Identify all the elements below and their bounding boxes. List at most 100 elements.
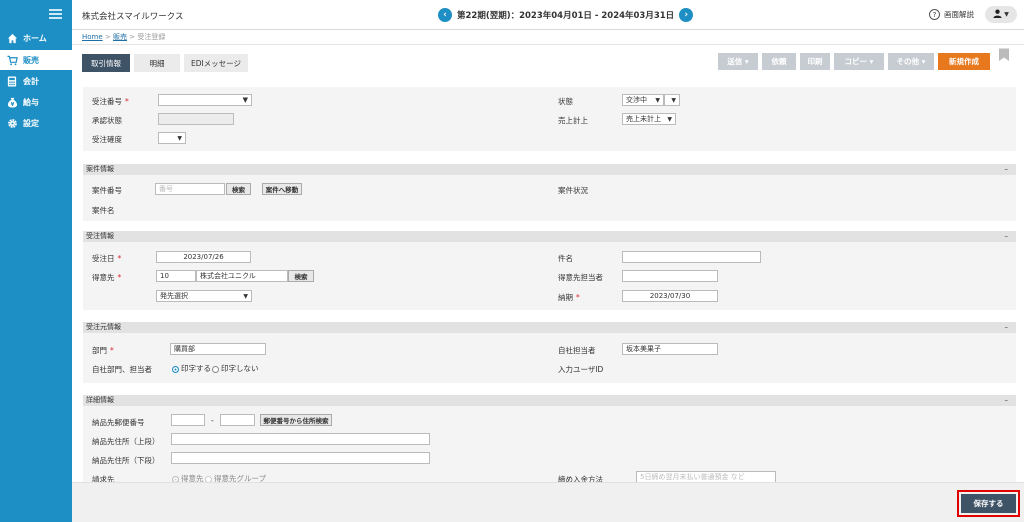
- detail-section-header[interactable]: 詳細情報 –: [83, 395, 1016, 406]
- department-input[interactable]: 購買部: [170, 343, 266, 355]
- certainty-select[interactable]: ▼: [158, 132, 186, 144]
- breadcrumb-sales[interactable]: 販売: [113, 33, 127, 41]
- due-label: 納期 *: [558, 293, 580, 302]
- gear-icon: [6, 117, 18, 129]
- approval-field: [158, 113, 234, 125]
- input-user-label: 入力ユーザID: [558, 365, 604, 374]
- breadcrumb: Home > 販売 > 受注登録: [82, 33, 166, 41]
- sales-label: 売上計上: [558, 116, 588, 125]
- calculator-icon: [6, 75, 18, 87]
- sidebar-item-accounting[interactable]: 会計: [0, 71, 72, 91]
- staff-input[interactable]: 坂本美果子: [622, 343, 718, 355]
- new-button[interactable]: 新規作成: [938, 53, 990, 70]
- sales-select[interactable]: 売上未計上 ▼: [622, 113, 676, 125]
- svg-text:¥: ¥: [10, 102, 14, 108]
- bookmark-icon[interactable]: [998, 48, 1010, 62]
- save-button[interactable]: 保存する: [961, 494, 1016, 513]
- send-button[interactable]: 送信 ▾: [718, 53, 758, 70]
- sidebar-item-label: ホーム: [23, 33, 47, 43]
- breadcrumb-current: 受注登録: [137, 33, 166, 41]
- print-yes-radio[interactable]: 印字する: [172, 363, 211, 374]
- tab-edi-message[interactable]: EDIメッセージ: [184, 54, 248, 72]
- order-no-label: 受注番号 *: [92, 97, 129, 106]
- sidebar-item-label: 設定: [23, 118, 39, 128]
- zip-dash: -: [211, 416, 214, 425]
- destination-select[interactable]: 発先選択 ▼: [156, 290, 252, 302]
- address1-label: 納品先住所（上段）: [92, 437, 160, 446]
- sidebar-item-sales[interactable]: 販売: [0, 50, 72, 70]
- address2-label: 納品先住所（下段）: [92, 456, 160, 465]
- print-no-radio[interactable]: 印字しない: [212, 363, 259, 374]
- project-goto-button[interactable]: 案件へ移動: [262, 183, 302, 195]
- due-date-input[interactable]: 2023/07/30: [622, 290, 718, 302]
- help-label: 画面解説: [944, 10, 974, 19]
- chevron-right-icon[interactable]: ›: [679, 8, 694, 22]
- source-section-header[interactable]: 受注元情報 –: [83, 322, 1016, 333]
- chevron-left-icon[interactable]: ‹: [438, 8, 452, 22]
- zip-input-2[interactable]: [220, 414, 255, 426]
- sidebar-item-home[interactable]: ホーム: [0, 28, 72, 48]
- user-icon: [993, 9, 1002, 21]
- subject-label: 件名: [558, 254, 573, 263]
- collapse-icon[interactable]: –: [1005, 231, 1009, 242]
- sidebar: ホーム 販売 会計 ¥ 給与 設定: [0, 0, 72, 522]
- user-menu[interactable]: ▼: [985, 6, 1017, 23]
- project-name-label: 案件名: [92, 206, 115, 215]
- tab-details[interactable]: 明細: [134, 54, 180, 72]
- zip-input-1[interactable]: [171, 414, 205, 426]
- collapse-icon[interactable]: –: [1005, 395, 1009, 406]
- copy-button[interactable]: コピー ▾: [834, 53, 884, 70]
- order-date-input[interactable]: 2023/07/26: [156, 251, 251, 263]
- status-select[interactable]: 交渉中 ▼: [622, 94, 664, 106]
- staff-label: 自社担当者: [558, 346, 596, 355]
- radio-selected[interactable]: [172, 365, 179, 373]
- customer-code-input[interactable]: 10: [156, 270, 196, 282]
- print-staff-label: 自社部門、担当者: [92, 365, 152, 374]
- request-button[interactable]: 依頼: [762, 53, 796, 70]
- customer-contact-input[interactable]: [622, 270, 718, 282]
- help-link[interactable]: ? 画面解説: [929, 9, 974, 20]
- sidebar-item-settings[interactable]: 設定: [0, 113, 72, 133]
- print-button[interactable]: 印刷: [800, 53, 830, 70]
- project-panel: [83, 175, 1016, 221]
- fiscal-period-switcher: ‹ 第22期(翌期)：2023年04月01日 - 2024年03月31日 ›: [438, 7, 694, 23]
- zip-label: 納品先郵便番号: [92, 418, 145, 427]
- collapse-icon[interactable]: –: [1005, 322, 1009, 333]
- order-section-header[interactable]: 受注情報 –: [83, 231, 1016, 242]
- project-section-header[interactable]: 案件情報 –: [83, 164, 1016, 175]
- address1-input[interactable]: [171, 433, 430, 445]
- sidebar-item-label: 会計: [23, 76, 39, 86]
- status-label: 状態: [558, 97, 573, 106]
- collapse-icon[interactable]: –: [1005, 164, 1009, 175]
- divider: [72, 44, 1024, 45]
- home-icon: [6, 32, 18, 44]
- subject-input[interactable]: [622, 251, 761, 263]
- customer-search-button[interactable]: 検索: [288, 270, 314, 282]
- project-status-label: 案件状況: [558, 186, 588, 195]
- sidebar-item-payroll[interactable]: ¥ 給与: [0, 92, 72, 112]
- status-sub-select[interactable]: ▼: [664, 94, 680, 106]
- breadcrumb-home[interactable]: Home: [82, 33, 103, 41]
- department-label: 部門 *: [92, 346, 114, 355]
- approval-label: 承認状態: [92, 116, 122, 125]
- chevron-down-icon: ▼: [1004, 11, 1009, 18]
- cart-icon: [6, 54, 18, 66]
- zip-search-button[interactable]: 郵便番号から住所検索: [260, 414, 332, 426]
- project-search-button[interactable]: 検索: [226, 183, 251, 195]
- source-panel: [83, 333, 1016, 383]
- address2-input[interactable]: [171, 452, 430, 464]
- sidebar-item-label: 給与: [23, 97, 39, 107]
- radio-unselected[interactable]: [212, 365, 219, 373]
- company-name: 株式会社スマイルワークス: [82, 12, 184, 22]
- customer-contact-label: 得意先担当者: [558, 273, 603, 282]
- menu-icon[interactable]: [49, 9, 62, 19]
- customer-name-input[interactable]: 株式会社ユニクル: [196, 270, 288, 282]
- tab-transaction-info[interactable]: 取引情報: [82, 54, 130, 72]
- money-bag-icon: ¥: [6, 96, 18, 108]
- fiscal-period-label: 第22期(翌期)：2023年04月01日 - 2024年03月31日: [457, 11, 675, 21]
- other-button[interactable]: その他 ▾: [888, 53, 934, 70]
- footer-bar: [72, 482, 1024, 522]
- project-no-input[interactable]: 番号: [155, 183, 225, 195]
- question-icon: ?: [929, 9, 940, 20]
- order-no-select[interactable]: ▼: [158, 94, 252, 106]
